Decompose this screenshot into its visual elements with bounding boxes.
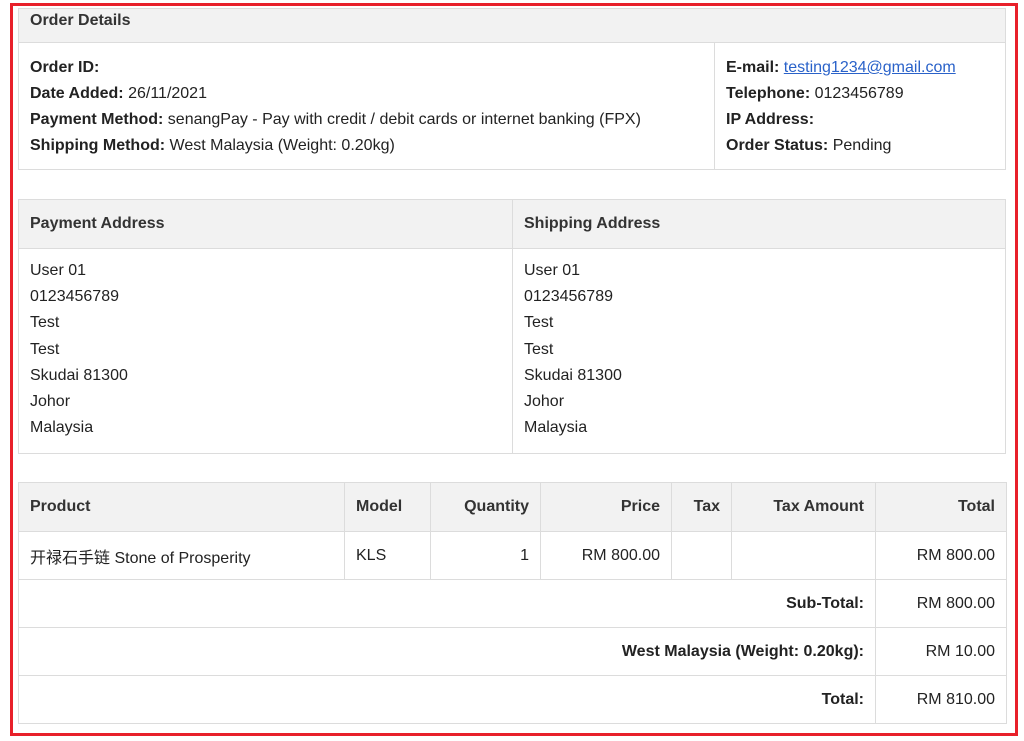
grand-total-row: Total: RM 810.00 — [18, 675, 1007, 724]
payment-address-line: Skudai 81300 — [30, 366, 128, 384]
quantity-cell: 1 — [430, 531, 541, 580]
grand-total-label: Total: — [18, 675, 876, 724]
order-details-heading: Order Details — [19, 9, 1005, 43]
column-header-tax: Tax — [671, 482, 732, 532]
price-cell: RM 800.00 — [540, 531, 672, 580]
order-status-value: Pending — [828, 137, 892, 154]
shipping-address-line: Test — [524, 340, 554, 358]
total-cell: RM 800.00 — [875, 531, 1007, 580]
shipping-address-column: Shipping Address User 01 0123456789 Test… — [512, 200, 1005, 453]
order-info-column: Order ID: Date Added: 26/11/2021 Payment… — [19, 43, 715, 170]
payment-address-line: Test — [30, 314, 60, 332]
telephone-row: Telephone: 0123456789 — [726, 85, 904, 102]
ip-address-row: IP Address: — [726, 111, 815, 128]
customer-info-column: E-mail: testing1234@gmail.com Telephone:… — [716, 43, 1006, 170]
column-header-quantity: Quantity — [430, 482, 541, 532]
column-header-product: Product — [18, 482, 345, 532]
product-name-cell: 开禄石手链 Stone of Prosperity — [18, 531, 345, 580]
shipping-address-line: Skudai 81300 — [524, 366, 622, 384]
shipping-total-value: RM 10.00 — [875, 627, 1007, 676]
shipping-address-line: User 01 — [524, 262, 581, 279]
shipping-address-heading: Shipping Address — [513, 200, 1005, 249]
payment-address-column: Payment Address User 01 0123456789 Test … — [19, 200, 512, 453]
products-panel: Product Model Quantity Price Tax Tax Amo… — [18, 482, 1007, 724]
email-link[interactable]: testing1234@gmail.com — [784, 59, 956, 76]
payment-method-row: Payment Method: senangPay - Pay with cre… — [30, 111, 641, 128]
date-added-row: Date Added: 26/11/2021 — [30, 85, 207, 102]
order-status-row: Order Status: Pending — [726, 137, 892, 154]
grand-total-value: RM 810.00 — [875, 675, 1007, 724]
address-panel: Payment Address User 01 0123456789 Test … — [18, 199, 1006, 454]
table-header-row: Product Model Quantity Price Tax Tax Amo… — [18, 482, 1007, 532]
payment-address-line: 0123456789 — [30, 288, 119, 306]
order-details-panel: Order Details Order ID: Date Added: 26/1… — [18, 8, 1006, 170]
email-row: E-mail: testing1234@gmail.com — [726, 59, 956, 76]
payment-address-line: Johor — [30, 393, 71, 411]
shipping-address-line: Test — [524, 314, 554, 332]
shipping-address-line: Johor — [524, 393, 565, 411]
model-cell: KLS — [344, 531, 431, 580]
shipping-address-line: Malaysia — [524, 419, 588, 437]
table-row: 开禄石手链 Stone of Prosperity KLS 1 RM 800.0… — [18, 531, 1007, 580]
subtotal-value: RM 800.00 — [875, 579, 1007, 628]
subtotal-row: Sub-Total: RM 800.00 — [18, 579, 1007, 628]
shipping-total-label: West Malaysia (Weight: 0.20kg): — [18, 627, 876, 676]
payment-address-line: Malaysia — [30, 419, 94, 437]
tax-amount-cell — [731, 531, 876, 580]
column-header-model: Model — [344, 482, 431, 532]
shipping-method-row: Shipping Method: West Malaysia (Weight: … — [30, 137, 395, 154]
shipping-address-line: 0123456789 — [524, 288, 613, 306]
column-header-tax-amount: Tax Amount — [731, 482, 876, 532]
column-header-price: Price — [540, 482, 672, 532]
shipping-total-row: West Malaysia (Weight: 0.20kg): RM 10.00 — [18, 627, 1007, 676]
subtotal-label: Sub-Total: — [18, 579, 876, 628]
payment-address-line: User 01 — [30, 262, 87, 279]
column-header-total: Total — [875, 482, 1007, 532]
tax-cell — [671, 531, 732, 580]
payment-address-heading: Payment Address — [19, 200, 512, 249]
payment-address-line: Test — [30, 340, 60, 358]
products-table: Product Model Quantity Price Tax Tax Amo… — [18, 482, 1007, 724]
order-id-row: Order ID: — [30, 59, 100, 76]
